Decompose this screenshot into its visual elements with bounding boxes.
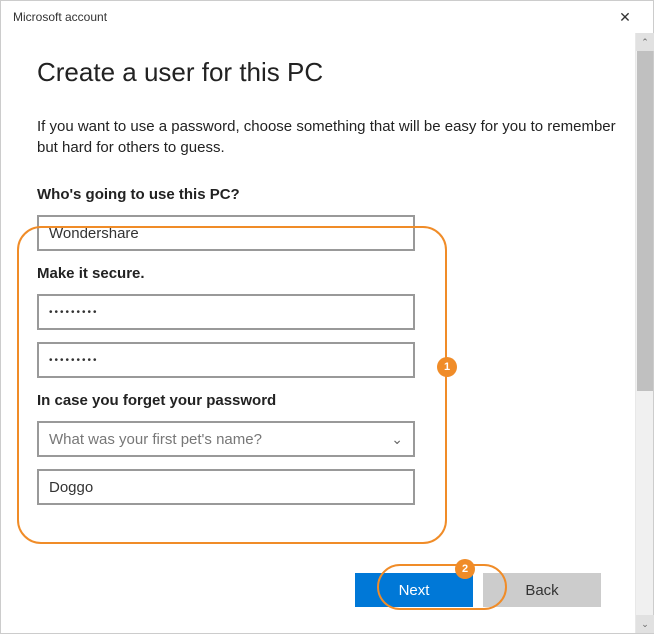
password-confirm-value: ••••••••• xyxy=(49,355,99,366)
security-section: In case you forget your password What wa… xyxy=(37,392,625,505)
titlebar: Microsoft account ✕ xyxy=(1,1,653,33)
button-row: Next Back xyxy=(355,573,601,607)
password-section: Make it secure. ••••••••• ••••••••• xyxy=(37,265,625,378)
password-label: Make it secure. xyxy=(37,265,625,282)
content-area: Create a user for this PC If you want to… xyxy=(1,33,635,633)
username-value: Wondershare xyxy=(49,225,139,242)
username-input[interactable]: Wondershare xyxy=(37,215,415,251)
next-button[interactable]: Next xyxy=(355,573,473,607)
scroll-up-button[interactable]: ⌃ xyxy=(636,33,654,51)
back-button[interactable]: Back xyxy=(483,573,601,607)
password-input[interactable]: ••••••••• xyxy=(37,294,415,330)
intro-text: If you want to use a password, choose so… xyxy=(37,116,625,158)
content-wrapper: Create a user for this PC If you want to… xyxy=(1,33,653,633)
password-confirm-input[interactable]: ••••••••• xyxy=(37,342,415,378)
chevron-down-icon: ⌄ xyxy=(641,619,649,630)
security-answer-input[interactable]: Doggo xyxy=(37,469,415,505)
security-question-select[interactable]: What was your first pet's name? ⌄ xyxy=(37,421,415,457)
scroll-thumb[interactable] xyxy=(637,51,653,391)
security-answer-value: Doggo xyxy=(49,479,93,496)
username-section: Who's going to use this PC? Wondershare xyxy=(37,186,625,251)
security-label: In case you forget your password xyxy=(37,392,625,409)
password-value: ••••••••• xyxy=(49,307,99,318)
username-label: Who's going to use this PC? xyxy=(37,186,625,203)
chevron-up-icon: ⌃ xyxy=(641,37,649,48)
chevron-down-icon: ⌄ xyxy=(391,431,403,448)
dialog-window: Microsoft account ✕ Create a user for th… xyxy=(0,0,654,634)
window-title: Microsoft account xyxy=(13,10,107,24)
close-button[interactable]: ✕ xyxy=(605,3,645,31)
page-heading: Create a user for this PC xyxy=(37,57,625,88)
close-icon: ✕ xyxy=(619,9,631,26)
scrollbar[interactable]: ⌃ ⌄ xyxy=(635,33,653,633)
scroll-down-button[interactable]: ⌄ xyxy=(636,615,654,633)
security-question-placeholder: What was your first pet's name? xyxy=(49,431,262,448)
